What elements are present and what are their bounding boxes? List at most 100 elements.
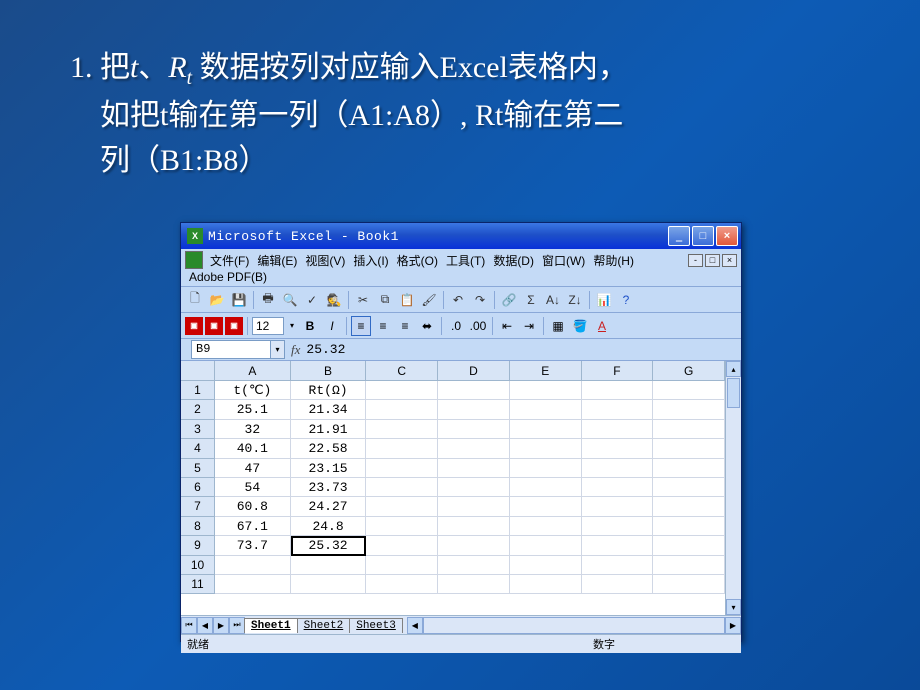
cell-C11[interactable]	[366, 575, 438, 594]
cell-G8[interactable]	[653, 517, 725, 536]
cell-F2[interactable]	[582, 400, 654, 419]
cell-B11[interactable]	[291, 575, 367, 594]
menu-view[interactable]: 视图(V)	[305, 252, 345, 269]
align-left-button[interactable]: ≡	[351, 316, 371, 336]
col-header[interactable]: F	[582, 361, 654, 381]
cell-G3[interactable]	[653, 420, 725, 439]
scroll-down-icon[interactable]: ▾	[726, 599, 741, 615]
cell-C7[interactable]	[366, 497, 438, 516]
row-header[interactable]: 5	[181, 459, 215, 478]
merge-button[interactable]: ⬌	[417, 316, 437, 336]
cell-A5[interactable]: 47	[215, 459, 291, 478]
cell-C10[interactable]	[366, 556, 438, 575]
workbook-icon[interactable]	[185, 251, 203, 269]
cell-D11[interactable]	[438, 575, 510, 594]
cell-G7[interactable]	[653, 497, 725, 516]
fill-color-icon[interactable]: 🪣	[570, 316, 590, 336]
cell-B4[interactable]: 22.58	[291, 439, 367, 458]
cell-G9[interactable]	[653, 536, 725, 555]
menu-file[interactable]: 文件(F)	[210, 252, 249, 269]
cell-E7[interactable]	[510, 497, 582, 516]
cell-E3[interactable]	[510, 420, 582, 439]
cell-A4[interactable]: 40.1	[215, 439, 291, 458]
cell-E5[interactable]	[510, 459, 582, 478]
name-box[interactable]: B9	[191, 340, 271, 359]
cell-D1[interactable]	[438, 381, 510, 400]
cell-C3[interactable]	[366, 420, 438, 439]
cell-G5[interactable]	[653, 459, 725, 478]
col-header[interactable]: E	[510, 361, 582, 381]
scroll-right-icon[interactable]: ▶	[725, 617, 741, 634]
formula-value[interactable]: 25.32	[306, 342, 345, 357]
cell-A1[interactable]: t(℃)	[215, 381, 291, 400]
mdi-close[interactable]: ×	[722, 254, 737, 267]
increase-decimal-icon[interactable]: .0	[446, 316, 466, 336]
italic-button[interactable]: I	[322, 316, 342, 336]
cell-D2[interactable]	[438, 400, 510, 419]
menu-help[interactable]: 帮助(H)	[593, 252, 634, 269]
row-header[interactable]: 9	[181, 536, 215, 555]
maximize-button[interactable]: □	[692, 226, 714, 246]
help-icon[interactable]: ?	[616, 290, 636, 310]
cell-B9[interactable]: 25.32	[291, 536, 367, 555]
cell-A6[interactable]: 54	[215, 478, 291, 497]
cell-A3[interactable]: 32	[215, 420, 291, 439]
row-header[interactable]: 4	[181, 439, 215, 458]
cell-B2[interactable]: 21.34	[291, 400, 367, 419]
cell-B7[interactable]: 24.27	[291, 497, 367, 516]
row-header[interactable]: 2	[181, 400, 215, 419]
sheet-tab[interactable]: Sheet3	[349, 618, 403, 633]
cell-B8[interactable]: 24.8	[291, 517, 367, 536]
menu-edit[interactable]: 编辑(E)	[257, 252, 297, 269]
cell-C1[interactable]	[366, 381, 438, 400]
cell-A10[interactable]	[215, 556, 291, 575]
pdf-icon[interactable]: ▣	[185, 317, 203, 335]
close-button[interactable]: ×	[716, 226, 738, 246]
cell-D5[interactable]	[438, 459, 510, 478]
cell-C8[interactable]	[366, 517, 438, 536]
sort-desc-icon[interactable]: Z↓	[565, 290, 585, 310]
tab-first-icon[interactable]: ⏮	[181, 617, 197, 634]
menu-adobe-pdf[interactable]: Adobe PDF(B)	[189, 270, 267, 284]
cell-D7[interactable]	[438, 497, 510, 516]
undo-icon[interactable]: ↶	[448, 290, 468, 310]
tab-last-icon[interactable]: ⏭	[229, 617, 245, 634]
cell-F1[interactable]	[582, 381, 654, 400]
cell-E11[interactable]	[510, 575, 582, 594]
select-all-corner[interactable]	[181, 361, 215, 381]
cell-G1[interactable]	[653, 381, 725, 400]
cell-F11[interactable]	[582, 575, 654, 594]
menu-tools[interactable]: 工具(T)	[446, 252, 485, 269]
cell-G4[interactable]	[653, 439, 725, 458]
sheet-tab[interactable]: Sheet1	[244, 618, 298, 633]
minimize-button[interactable]: ‗	[668, 226, 690, 246]
col-header[interactable]: D	[438, 361, 510, 381]
row-header[interactable]: 11	[181, 575, 215, 594]
cell-F8[interactable]	[582, 517, 654, 536]
copy-icon[interactable]: ⧉	[375, 290, 395, 310]
cell-B6[interactable]: 23.73	[291, 478, 367, 497]
col-header[interactable]: B	[291, 361, 367, 381]
cell-B1[interactable]: Rt(Ω)	[291, 381, 367, 400]
cell-D9[interactable]	[438, 536, 510, 555]
vertical-scrollbar[interactable]: ▴ ▾	[725, 361, 741, 615]
pdf-mail-icon[interactable]: ▣	[205, 317, 223, 335]
cell-E4[interactable]	[510, 439, 582, 458]
indent-out-icon[interactable]: ⇤	[497, 316, 517, 336]
save-icon[interactable]: 💾	[229, 290, 249, 310]
cell-F4[interactable]	[582, 439, 654, 458]
horizontal-scrollbar[interactable]: ◀ ▶	[407, 617, 741, 634]
cell-C4[interactable]	[366, 439, 438, 458]
preview-icon[interactable]: 🔍	[280, 290, 300, 310]
cell-D4[interactable]	[438, 439, 510, 458]
spell-icon[interactable]: ✓	[302, 290, 322, 310]
autosum-icon[interactable]: Σ	[521, 290, 541, 310]
row-header[interactable]: 6	[181, 478, 215, 497]
sheet-tab[interactable]: Sheet2	[297, 618, 351, 633]
redo-icon[interactable]: ↷	[470, 290, 490, 310]
cell-E1[interactable]	[510, 381, 582, 400]
cell-A9[interactable]: 73.7	[215, 536, 291, 555]
row-header[interactable]: 7	[181, 497, 215, 516]
cell-F6[interactable]	[582, 478, 654, 497]
scroll-up-icon[interactable]: ▴	[726, 361, 741, 377]
